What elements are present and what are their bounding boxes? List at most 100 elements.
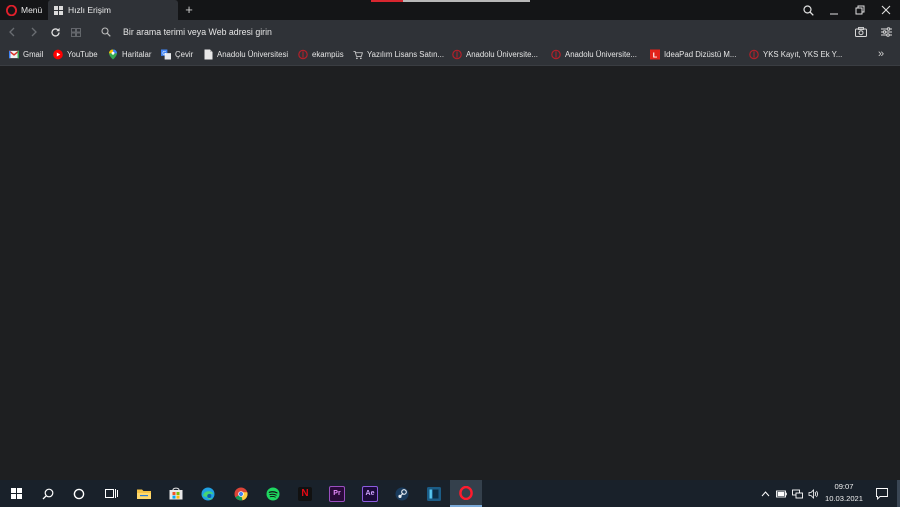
action-center-button[interactable]: [866, 480, 898, 507]
bookmark-label: ekampüs: [312, 50, 344, 59]
bookmark-anadolu-universite-1[interactable]: Anadolu Üniversite...: [452, 44, 538, 65]
search-icon: [101, 27, 111, 37]
bookmark-maps[interactable]: Haritalar: [108, 44, 151, 65]
maps-icon: [108, 49, 118, 60]
speaker-icon: [808, 488, 818, 499]
menu-label: Menü: [21, 5, 43, 15]
minimize-button[interactable]: [821, 0, 847, 20]
search-tabs-button[interactable]: [795, 0, 821, 20]
folder-icon: [137, 489, 151, 499]
battery-button[interactable]: [774, 480, 788, 507]
windows-logo-icon: [10, 488, 22, 499]
cortana-button[interactable]: [63, 480, 95, 507]
page-content[interactable]: [0, 66, 900, 480]
snapshot-button[interactable]: [853, 24, 869, 40]
task-view-button[interactable]: [95, 480, 127, 507]
tab-speed-dial[interactable]: Hızlı Erişim: [48, 0, 178, 20]
search-icon: [42, 488, 54, 499]
chrome-button[interactable]: [225, 480, 257, 507]
network-icon: [791, 489, 803, 498]
bookmark-gmail[interactable]: Gmail: [9, 44, 43, 65]
after-effects-button[interactable]: Ae: [354, 480, 386, 507]
bookmark-youtube[interactable]: YouTube: [53, 44, 98, 65]
page-icon: [203, 49, 213, 60]
app-button[interactable]: [418, 480, 450, 507]
youtube-icon: [53, 49, 63, 60]
netflix-button[interactable]: N: [289, 480, 321, 507]
notifications-icon: [876, 487, 888, 500]
minimize-icon: [830, 13, 838, 15]
taskbar-search-button[interactable]: [32, 480, 64, 507]
speed-dial-button[interactable]: [68, 24, 84, 40]
loading-indicator-track: [403, 0, 530, 2]
bookmark-label: Anadolu Üniversite...: [565, 50, 637, 59]
new-tab-button[interactable]: +: [182, 2, 196, 18]
bookmarks-more-button[interactable]: »: [875, 44, 887, 65]
app-icon: [427, 486, 441, 501]
steam-icon: [395, 487, 409, 500]
volume-button[interactable]: [806, 480, 820, 507]
bookmark-yks-kayit[interactable]: YKS Kayıt, YKS Ek Y...: [749, 44, 842, 65]
after-effects-icon: Ae: [362, 485, 378, 502]
back-button[interactable]: [4, 24, 20, 40]
title-bar: Menü Hızlı Erişim +: [0, 0, 900, 20]
bookmark-label: Gmail: [23, 50, 44, 59]
opera-taskbar-button[interactable]: [450, 480, 482, 507]
cortana-icon: [73, 488, 85, 499]
steam-button[interactable]: [386, 480, 418, 507]
start-button[interactable]: [0, 480, 32, 507]
network-button[interactable]: [790, 480, 804, 507]
bookmark-ideapad[interactable]: L IdeaPad Dizüstü M...: [650, 44, 736, 65]
bookmarks-bar: Gmail YouTube Haritalar G Çevir Anadolu …: [0, 44, 900, 66]
spotify-button[interactable]: [257, 480, 289, 507]
restore-icon: [855, 5, 865, 15]
address-input[interactable]: Bir arama terimi veya Web adresi girin: [123, 20, 272, 44]
anadolu-logo-icon: [298, 49, 308, 60]
bookmark-label: Haritalar: [122, 50, 152, 59]
forward-button[interactable]: [26, 24, 42, 40]
anadolu-logo-icon: [452, 49, 462, 60]
lenovo-icon: L: [650, 49, 660, 60]
svg-text:G: G: [162, 51, 166, 57]
bookmark-anadolu-universite-2[interactable]: Anadolu Üniversite...: [551, 44, 637, 65]
bookmark-label: YouTube: [67, 50, 98, 59]
microsoft-store-button[interactable]: [160, 480, 192, 507]
reload-button[interactable]: [47, 24, 63, 40]
restore-button[interactable]: [847, 0, 873, 20]
battery-icon: [775, 490, 787, 497]
easy-setup-button[interactable]: [878, 24, 894, 40]
edge-button[interactable]: [192, 480, 224, 507]
svg-text:L: L: [653, 50, 658, 59]
file-explorer-button[interactable]: [128, 480, 160, 507]
camera-icon: [855, 27, 867, 37]
clock-time[interactable]: 09:07: [826, 482, 862, 491]
close-button[interactable]: [873, 0, 899, 20]
opera-logo-icon: [6, 4, 17, 16]
bookmark-label: Anadolu Üniversite...: [466, 50, 538, 59]
clock-date[interactable]: 10.03.2021: [823, 494, 865, 503]
premiere-pro-button[interactable]: Pr: [321, 480, 353, 507]
bookmark-yazilim-lisans[interactable]: Yazılım Lisans Satın...: [353, 44, 444, 65]
bookmark-label: IdeaPad Dizüstü M...: [664, 50, 737, 59]
grid-icon: [71, 27, 81, 37]
show-hidden-icons-button[interactable]: [758, 480, 772, 507]
address-search-icon-wrap: [98, 24, 114, 40]
anadolu-logo-icon: [551, 49, 561, 60]
chevron-right-icon: [31, 27, 37, 37]
bookmark-anadolu-universitesi[interactable]: Anadolu Üniversitesi: [203, 44, 288, 65]
premiere-pro-icon: Pr: [329, 485, 345, 502]
reload-icon: [50, 27, 60, 37]
windows-taskbar: N Pr Ae: [0, 480, 900, 507]
gmail-icon: [9, 50, 19, 60]
opera-menu-button[interactable]: Menü: [0, 0, 48, 20]
address-toolbar: Bir arama terimi veya Web adresi girin: [0, 20, 900, 44]
opera-logo-icon: [459, 485, 473, 500]
close-icon: [881, 5, 891, 15]
bookmark-translate[interactable]: G Çevir: [161, 44, 193, 65]
anadolu-logo-icon: [749, 49, 759, 60]
edge-icon: [201, 487, 215, 500]
task-view-icon: [104, 489, 118, 498]
bookmark-ekampus[interactable]: ekampüs: [298, 44, 344, 65]
settings-sliders-icon: [880, 27, 892, 37]
chevron-left-icon: [9, 27, 15, 37]
